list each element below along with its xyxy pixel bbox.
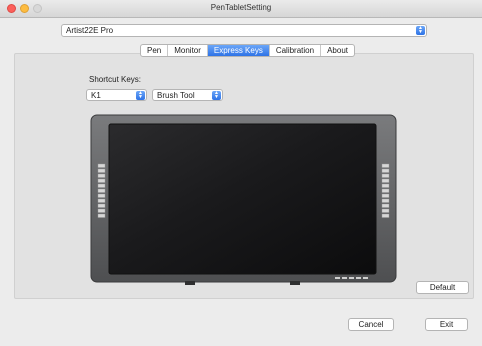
chevron-updown-icon: ▲ ▼ [416, 26, 425, 35]
left-express-keys [97, 163, 106, 218]
chevron-updown-icon: ▲ ▼ [136, 91, 145, 100]
tablet-screen [108, 123, 377, 275]
window-title: PenTabletSetting [210, 3, 272, 12]
app-window: PenTabletSetting Artist22E Pro ▲ ▼ Pen Mo… [0, 0, 482, 346]
express-key-select[interactable]: K1 ▲ ▼ [86, 89, 147, 101]
device-select-value: Artist22E Pro [66, 26, 114, 35]
tab-bar: Pen Monitor Express Keys Calibration Abo… [140, 44, 355, 57]
tab-monitor[interactable]: Monitor [168, 45, 208, 56]
device-select[interactable]: Artist22E Pro ▲ ▼ [61, 24, 427, 37]
chevron-updown-icon: ▲ ▼ [212, 91, 221, 100]
express-key-value: K1 [91, 91, 101, 100]
exit-button[interactable]: Exit [425, 318, 468, 331]
key-function-select[interactable]: Brush Tool ▲ ▼ [152, 89, 223, 101]
key-function-value: Brush Tool [157, 91, 195, 100]
tab-express-keys[interactable]: Express Keys [207, 45, 270, 56]
cancel-button[interactable]: Cancel [348, 318, 394, 331]
tab-pen[interactable]: Pen [141, 45, 169, 56]
right-express-keys [381, 163, 390, 218]
stand-foot-right [290, 281, 300, 285]
tablet-illustration [90, 114, 397, 285]
stand-foot-left [185, 281, 195, 285]
bottom-control-buttons [335, 277, 368, 279]
tab-calibration[interactable]: Calibration [270, 45, 322, 56]
shortcut-keys-label: Shortcut Keys: [89, 75, 142, 84]
default-button[interactable]: Default [416, 281, 469, 294]
tab-about[interactable]: About [321, 45, 354, 56]
title-bar[interactable]: PenTabletSetting [0, 0, 482, 18]
